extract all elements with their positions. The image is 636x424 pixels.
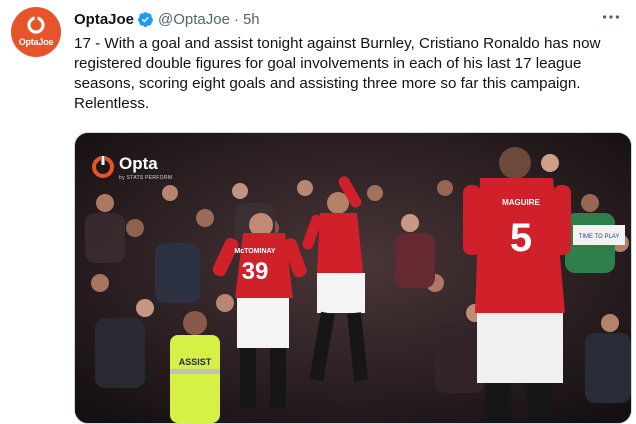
separator-dot: · bbox=[233, 10, 239, 28]
verified-badge-icon bbox=[138, 11, 153, 27]
avatar[interactable]: OptaJoe bbox=[11, 7, 61, 57]
avatar-text: OptaJoe bbox=[18, 37, 54, 47]
player-right-number: 5 bbox=[510, 216, 532, 260]
opta-logo-text: Opta bbox=[119, 154, 158, 173]
player-right: 5 MAGUIRE bbox=[463, 147, 571, 423]
timestamp[interactable]: 5h bbox=[243, 11, 260, 28]
opta-logo-mark-icon bbox=[92, 155, 114, 178]
tweet-media-image[interactable]: TIME TO PLAY ASSIST 39 McTOMINAY 5 MAGUI… bbox=[74, 132, 632, 424]
more-options-icon[interactable] bbox=[600, 6, 622, 28]
fan-banner-text: TIME TO PLAY bbox=[579, 234, 620, 240]
display-name[interactable]: OptaJoe bbox=[74, 11, 134, 28]
handle[interactable]: @OptaJoe bbox=[158, 11, 230, 28]
steward-vest-text: ASSIST bbox=[179, 357, 212, 367]
player-left-number: 39 bbox=[242, 258, 269, 285]
opta-logo-subtext: by STATS PERFORM bbox=[119, 175, 173, 181]
opta-logo: Opta by STATS PERFORM bbox=[91, 154, 172, 181]
player-right-name: MAGUIRE bbox=[502, 198, 540, 207]
tweet-text: 17 - With a goal and assist tonight agai… bbox=[74, 35, 601, 112]
opta-avatar-mark-icon bbox=[27, 16, 45, 34]
player-left-name: McTOMINAY bbox=[234, 248, 276, 255]
tweet-header: OptaJoe @OptaJoe · 5h bbox=[74, 8, 624, 30]
